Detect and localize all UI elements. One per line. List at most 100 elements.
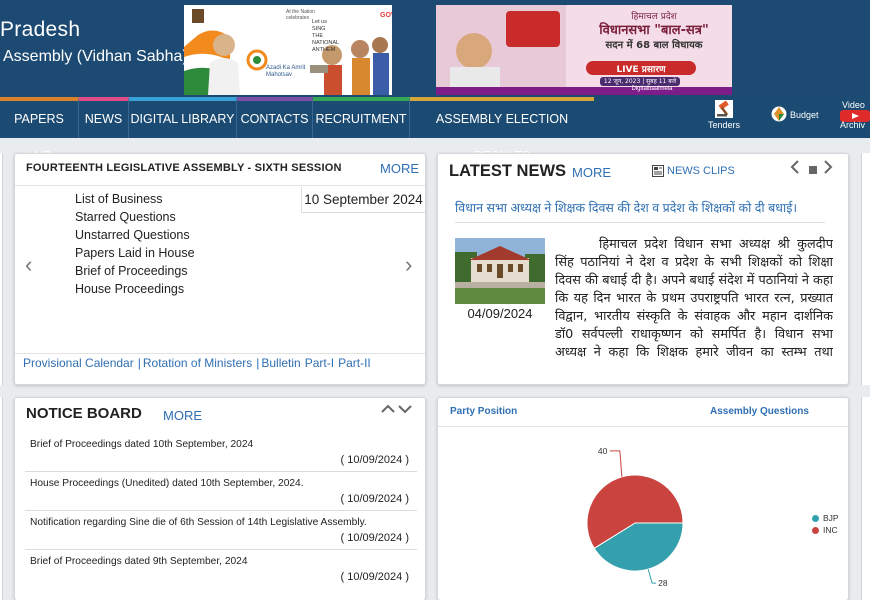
site-title[interactable]: Pradesh [0, 18, 80, 42]
chevron-left-icon[interactable]: ‹ [25, 252, 32, 278]
notice-board-scroll-controls [381, 402, 412, 417]
notice-board-more-link[interactable]: MORE [163, 408, 202, 423]
notice-item[interactable]: House Proceedings (Unedited) dated 10th … [25, 473, 417, 511]
banner-live-text: LIVE प्रसारण [616, 65, 666, 75]
session-item-unstarred-questions[interactable]: Unstarred Questions [75, 226, 195, 244]
quick-link-tenders[interactable]: Tenders [702, 100, 746, 136]
gavel-icon [715, 100, 733, 118]
bulletin-link[interactable]: Bulletin [261, 356, 300, 370]
nav-label: RECRUITMENT [315, 112, 407, 126]
azadi-banner[interactable]: GOV At the Nation celebrates Let us SING… [184, 5, 392, 95]
stop-icon [809, 166, 817, 174]
news-photo[interactable] [455, 238, 545, 304]
notice-text: Brief of Proceedings dated 10th Septembe… [30, 439, 254, 450]
party-position-panel: Party Position Assembly Questions 28 40 B… [437, 397, 849, 600]
nav-recruitment[interactable]: RECRUITMENT [313, 97, 410, 138]
session-item-papers-laid[interactable]: Papers Laid in House [75, 244, 195, 262]
legend-label: INC [823, 525, 838, 535]
right-edge-panel [861, 397, 870, 600]
bulletin-part-1-link[interactable]: Part-I [305, 356, 334, 370]
right-edge-panel [861, 153, 870, 385]
banner-anthem-text: Let us SING THE NATIONAL ANTHEM [312, 19, 339, 53]
session-item-house-proceedings[interactable]: House Proceedings [75, 280, 195, 298]
news-prev-button[interactable] [790, 160, 800, 177]
notice-item[interactable]: Brief of Proceedings dated 10th Septembe… [25, 434, 417, 472]
tenders-label: Tenders [707, 120, 741, 130]
nav-label: NEWS [84, 112, 123, 126]
quick-link-video-archive[interactable]: Video Archiv [838, 100, 870, 136]
news-more-link[interactable]: MORE [572, 165, 611, 180]
chevron-right-icon [824, 160, 833, 174]
notice-date: ( 10/09/2024 ) [340, 571, 410, 583]
latest-news-panel: LATEST NEWS MORE NEWS CLIPS विधान सभा अध… [437, 153, 849, 385]
divider [15, 353, 425, 354]
leader-line [647, 569, 657, 584]
banner-session-text: विधानसभा "बाल-सत्र" [599, 23, 709, 38]
news-next-button[interactable] [823, 160, 833, 177]
notice-item[interactable]: Brief of Proceedings dated 9th September… [25, 551, 417, 589]
session-more-link[interactable]: MORE [380, 161, 419, 176]
video-label-bottom: Archiv [840, 120, 866, 130]
site-header: Pradesh Assembly (Vidhan Sabha) GOV At t… [0, 0, 870, 97]
news-title: LATEST NEWS [449, 162, 567, 180]
tab-assembly-questions[interactable]: Assembly Questions [710, 406, 809, 417]
legend-label: BJP [823, 513, 839, 523]
nav-label: CONTACTS [240, 112, 309, 126]
tab-party-position[interactable]: Party Position [450, 406, 517, 417]
news-body: हिमाचल प्रदेश विधान सभा अध्यक्ष श्री कुल… [555, 237, 833, 358]
session-title: FOURTEENTH LEGISLATIVE ASSEMBLY - SIXTH … [26, 162, 342, 174]
legend-inc: INC [812, 525, 838, 535]
budget-label: Budget [790, 110, 819, 120]
news-headline-link[interactable]: विधान सभा अध्यक्ष ने शिक्षक दिवस की देश … [455, 199, 825, 216]
chevron-left-icon [790, 160, 799, 174]
notice-text: Brief of Proceedings dated 9th September… [30, 556, 248, 567]
newspaper-icon [652, 165, 664, 178]
legend-dot [812, 515, 819, 522]
news-pause-button[interactable] [808, 162, 818, 178]
nav-contacts[interactable]: CONTACTS [237, 97, 313, 138]
baal-satra-banner[interactable]: हिमाचल प्रदेश विधानसभा "बाल-सत्र" सदन मे… [436, 5, 732, 95]
nav-news[interactable]: NEWS [79, 97, 129, 138]
provisional-calendar-link[interactable]: Provisional Calendar [23, 356, 134, 370]
nav-label: DIGITAL LIBRARY [130, 112, 235, 126]
session-item-starred-questions[interactable]: Starred Questions [75, 208, 195, 226]
left-edge-panel [0, 153, 3, 385]
nav-papers-laid[interactable]: PAPERS LAID [0, 97, 79, 163]
chevron-down-icon[interactable] [398, 404, 412, 414]
session-item-list-of-business[interactable]: List of Business [75, 190, 195, 208]
session-item-brief-of-proceedings[interactable]: Brief of Proceedings [75, 262, 195, 280]
notice-date: ( 10/09/2024 ) [340, 454, 410, 466]
notice-text: Notification regarding Sine die of 6th S… [30, 517, 367, 528]
azadi-brand-text: Azadi Ka Amrit Mahotsav [266, 65, 306, 78]
news-date: 04/09/2024 [467, 306, 533, 321]
banner-date-text: 12 जून, 2023 | सुबह 11 बजे [603, 78, 677, 85]
notice-text: House Proceedings (Unedited) dated 10th … [30, 478, 304, 489]
nav-assembly-election-results[interactable]: ASSEMBLY ELECTION RESULTS [410, 97, 594, 163]
session-list: List of Business Starred Questions Unsta… [75, 190, 195, 298]
legend-bjp: BJP [812, 513, 839, 523]
rotation-of-ministers-link[interactable]: Rotation of Ministers [143, 356, 252, 370]
chevron-up-icon[interactable] [381, 404, 395, 414]
pie-data-label: 28 [658, 578, 668, 588]
notice-date: ( 10/09/2024 ) [340, 532, 410, 544]
banner-mla-text: सदन में 68 बाल विधायक [605, 40, 703, 51]
bulletin-part-2-link[interactable]: Part-II [338, 356, 371, 370]
pie-data-label: 40 [598, 446, 608, 456]
divider [455, 222, 825, 223]
nav-digital-library[interactable]: DIGITAL LIBRARY [129, 97, 237, 138]
main-nav: PAPERS LAID NEWS DIGITAL LIBRARY CONTACT… [0, 97, 870, 163]
news-clips-link[interactable]: NEWS CLIPS [652, 165, 735, 178]
chevron-right-icon[interactable]: › [405, 252, 412, 278]
notice-item[interactable]: Notification regarding Sine die of 6th S… [25, 512, 417, 550]
svg-text:GOV: GOV [380, 12, 392, 19]
party-pie-chart: 28 40 [586, 446, 684, 588]
banner-brand-text: Digitalbaalmela [631, 86, 673, 92]
news-clips-label: NEWS CLIPS [667, 165, 735, 177]
separator: | [137, 356, 141, 370]
notice-board-title: NOTICE BOARD [26, 405, 142, 422]
notice-board-panel: NOTICE BOARD MORE Brief of Proceedings d… [14, 397, 426, 600]
left-edge-panel [0, 397, 3, 600]
notice-date: ( 10/09/2024 ) [340, 493, 410, 505]
budget-icon [771, 106, 787, 122]
quick-link-budget[interactable]: Budget [770, 106, 820, 142]
